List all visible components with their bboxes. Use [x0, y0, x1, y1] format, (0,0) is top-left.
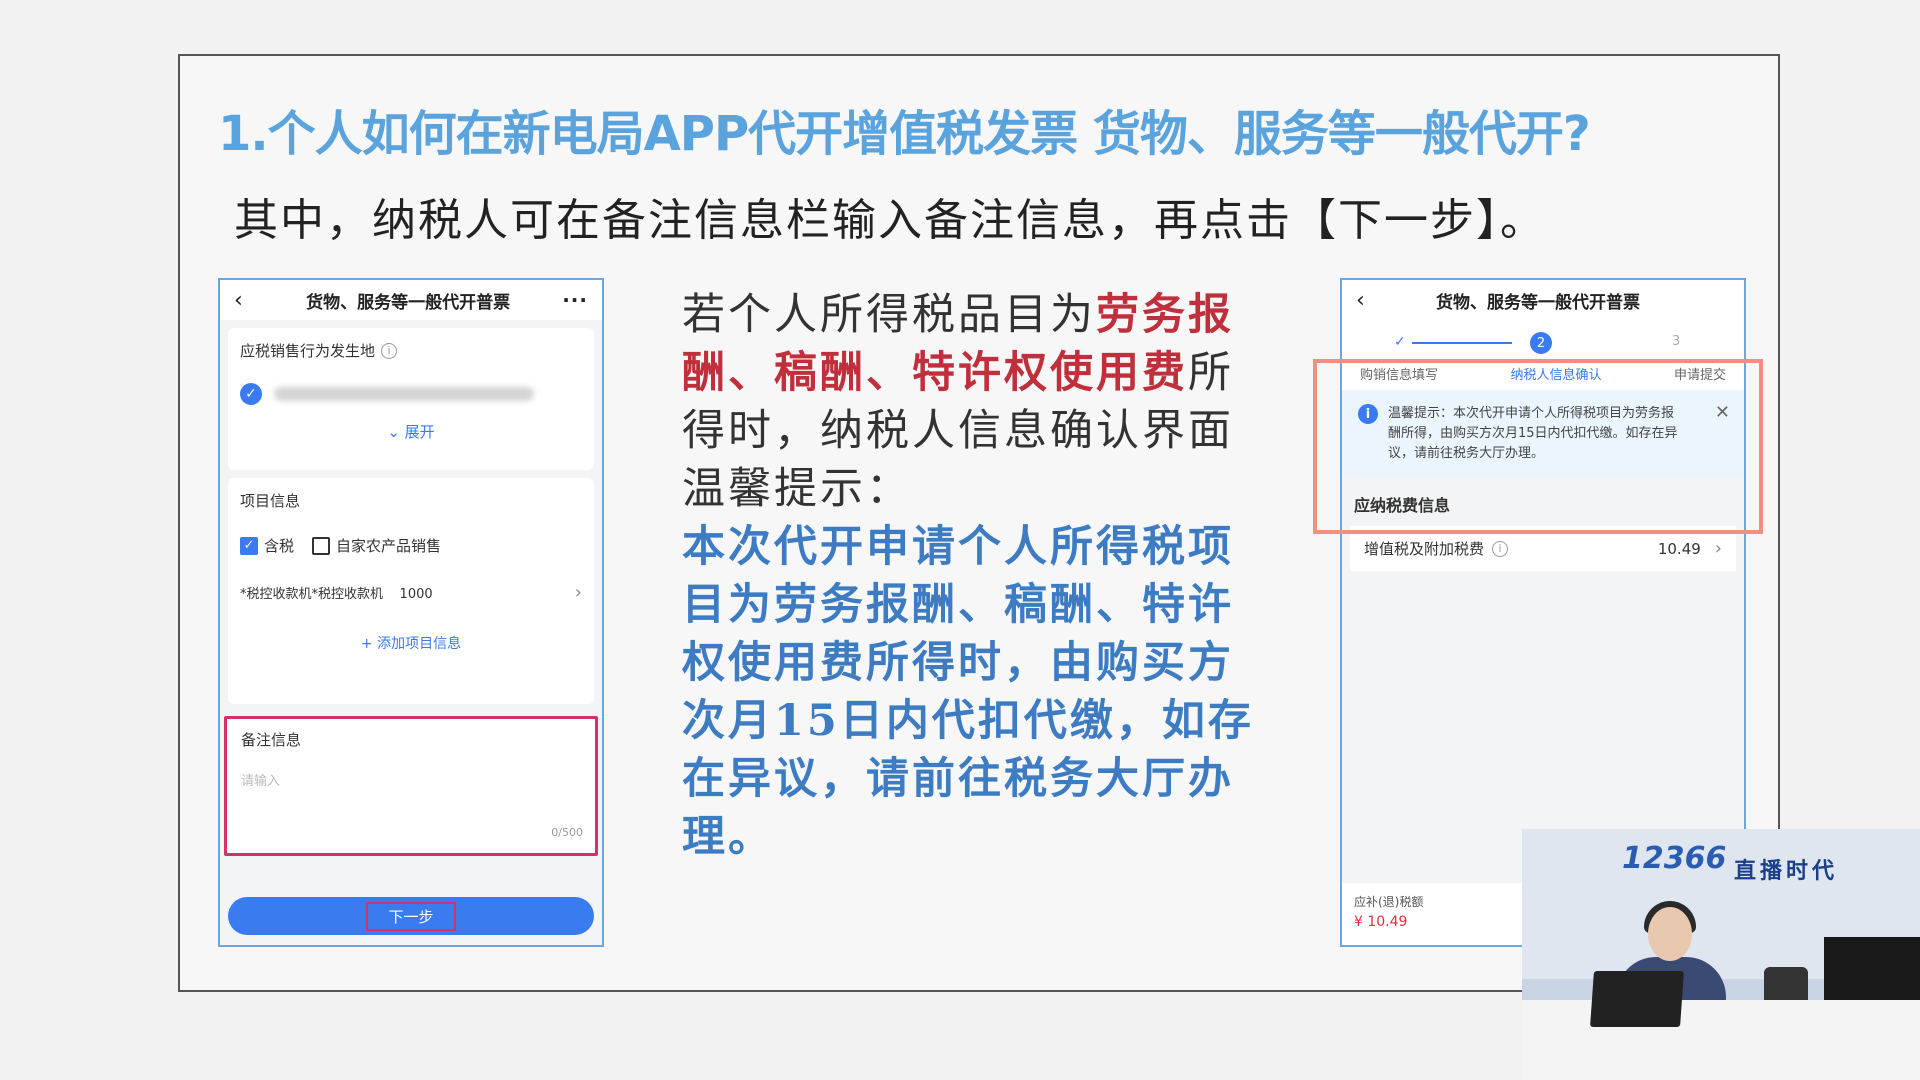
next-step-label: 下一步	[366, 901, 456, 931]
right-phone-title: 货物、服务等一般代开普票	[1436, 292, 1640, 313]
chevron-right-icon: ›	[574, 582, 582, 603]
slide-title: 1.个人如何在新电局APP代开增值税发票 货物、服务等一般代开?	[218, 106, 1591, 162]
remark-counter: 0/500	[551, 826, 583, 839]
info-icon[interactable]: i	[381, 342, 398, 359]
location-card: 应税销售行为发生地 i ✓ ⌄ 展开	[228, 328, 594, 470]
more-icon[interactable]: ···	[562, 288, 588, 312]
tax-included-label: 含税	[264, 537, 295, 555]
step-line	[1412, 342, 1512, 344]
self-produce-label: 自家农产品销售	[336, 537, 442, 555]
add-item-button[interactable]: + 添加项目信息	[240, 633, 582, 653]
back-icon[interactable]: ‹	[234, 288, 254, 313]
step-3-indicator: 3	[1672, 334, 1681, 349]
next-step-button[interactable]: 下一步	[228, 897, 594, 935]
tax-label: 增值税及附加税费	[1364, 540, 1485, 558]
presenter-video: 12366 直播时代	[1522, 829, 1920, 1080]
tip-highlight-box	[1313, 359, 1763, 534]
project-card: 项目信息 ✓ 含税 自家农产品销售 *税控收款机*税控收款机 1000 › + …	[228, 478, 594, 704]
laptop	[1590, 971, 1684, 1027]
explanation-tip: 本次代开申请个人所得税项目为劳务报酬、稿酬、特许权使用费所得时，由购买方次月15…	[682, 522, 1254, 862]
item-name: *税控收款机*税控收款机	[240, 587, 384, 602]
self-produce-checkbox[interactable]	[312, 536, 331, 555]
remark-section: 备注信息 请输入 0/500	[224, 716, 598, 856]
remark-title: 备注信息	[241, 731, 302, 749]
chevron-right-icon: ›	[1714, 538, 1722, 559]
presenter-head	[1648, 907, 1692, 961]
location-label: 应税销售行为发生地	[240, 342, 376, 360]
desk	[1522, 1000, 1920, 1080]
item-row[interactable]: *税控收款机*税控收款机 1000 ›	[240, 582, 582, 603]
back-icon[interactable]: ‹	[1356, 288, 1376, 313]
project-title: 项目信息	[240, 492, 301, 510]
brand-text: 直播时代	[1734, 858, 1839, 884]
expand-button[interactable]: ⌄ 展开	[240, 421, 582, 442]
tax-value: 10.49	[1657, 539, 1701, 558]
explanation-intro: 若个人所得税品目为	[682, 290, 1096, 340]
hotline-logo: 12366	[1622, 841, 1727, 876]
left-phone-title: 货物、服务等一般代开普票	[306, 292, 511, 313]
right-phone-header: ‹ 货物、服务等一般代开普票	[1342, 280, 1744, 320]
slide-subtitle: 其中，纳税人可在备注信息栏输入备注信息，再点击【下一步】。	[234, 195, 1546, 246]
remark-input[interactable]: 请输入	[241, 770, 581, 789]
explanation-text: 若个人所得税品目为劳务报酬、稿酬、特许权使用费所得时，纳税人信息确认界面温馨提示…	[682, 286, 1262, 866]
tax-included-checkbox[interactable]: ✓	[240, 536, 258, 555]
item-amount: 1000	[399, 587, 433, 602]
step-2-indicator: 2	[1530, 332, 1552, 354]
left-phone-screenshot: ‹ 货物、服务等一般代开普票 ··· 应税销售行为发生地 i ✓ ⌄ 展开 项目…	[218, 278, 604, 947]
left-phone-header: ‹ 货物、服务等一般代开普票 ···	[220, 280, 602, 320]
info-icon[interactable]: i	[1492, 540, 1509, 557]
blurred-address	[274, 387, 534, 401]
step-1-check-icon: ✓	[1394, 334, 1406, 350]
check-circle-icon[interactable]: ✓	[240, 383, 262, 405]
